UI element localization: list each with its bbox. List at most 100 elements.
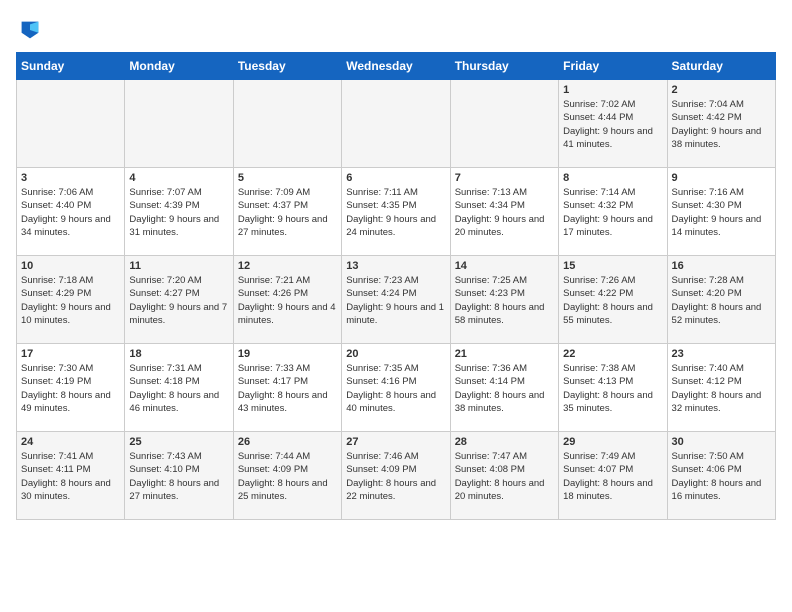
day-info: Sunrise: 7:02 AM Sunset: 4:44 PM Dayligh… [563,98,662,151]
day-number: 15 [563,260,662,272]
day-info: Sunrise: 7:20 AM Sunset: 4:27 PM Dayligh… [129,274,228,327]
day-info: Sunrise: 7:36 AM Sunset: 4:14 PM Dayligh… [455,362,554,415]
calendar-cell: 17 Sunrise: 7:30 AM Sunset: 4:19 PM Dayli… [17,344,125,432]
day-info: Sunrise: 7:33 AM Sunset: 4:17 PM Dayligh… [238,362,337,415]
calendar-cell: 30 Sunrise: 7:50 AM Sunset: 4:06 PM Dayli… [667,432,775,520]
calendar-cell: 9Sunrise: 7:16 AM Sunset: 4:30 PM Daylig… [667,168,775,256]
header [16,16,776,44]
day-number: 4 [129,172,228,184]
day-info: Sunrise: 7:13 AM Sunset: 4:34 PM Dayligh… [455,186,554,239]
day-number: 8 [563,172,662,184]
day-info: Sunrise: 7:26 AM Sunset: 4:22 PM Dayligh… [563,274,662,327]
day-number: 1 [563,84,662,96]
calendar-cell: 15 Sunrise: 7:26 AM Sunset: 4:22 PM Dayli… [559,256,667,344]
day-info: Sunrise: 7:43 AM Sunset: 4:10 PM Dayligh… [129,450,228,503]
calendar-cell: 6 Sunrise: 7:11 AM Sunset: 4:35 PM Daylig… [342,168,450,256]
calendar-cell: 21 Sunrise: 7:36 AM Sunset: 4:14 PM Dayli… [450,344,558,432]
calendar-cell [342,80,450,168]
day-number: 23 [672,348,771,360]
day-number: 20 [346,348,445,360]
day-number: 30 [672,436,771,448]
day-header-wednesday: Wednesday [342,53,450,80]
day-number: 2 [672,84,771,96]
calendar-cell [233,80,341,168]
calendar-cell [450,80,558,168]
day-info: Sunrise: 7:23 AM Sunset: 4:24 PM Dayligh… [346,274,445,327]
day-info: Sunrise: 7:04 AM Sunset: 4:42 PM Dayligh… [672,98,771,151]
calendar-cell: 4 Sunrise: 7:07 AM Sunset: 4:39 PM Daylig… [125,168,233,256]
calendar-cell: 29Sunrise: 7:49 AM Sunset: 4:07 PM Dayli… [559,432,667,520]
day-number: 28 [455,436,554,448]
day-number: 25 [129,436,228,448]
day-number: 9 [672,172,771,184]
day-number: 22 [563,348,662,360]
calendar-cell: 20 Sunrise: 7:35 AM Sunset: 4:16 PM Dayli… [342,344,450,432]
day-number: 24 [21,436,120,448]
calendar-cell: 13 Sunrise: 7:23 AM Sunset: 4:24 PM Dayli… [342,256,450,344]
calendar-cell: 22 Sunrise: 7:38 AM Sunset: 4:13 PM Dayli… [559,344,667,432]
day-header-thursday: Thursday [450,53,558,80]
calendar-cell [125,80,233,168]
day-header-tuesday: Tuesday [233,53,341,80]
day-info: Sunrise: 7:07 AM Sunset: 4:39 PM Dayligh… [129,186,228,239]
logo [16,16,48,44]
day-info: Sunrise: 7:28 AM Sunset: 4:20 PM Dayligh… [672,274,771,327]
day-info: Sunrise: 7:35 AM Sunset: 4:16 PM Dayligh… [346,362,445,415]
calendar-cell: 12 Sunrise: 7:21 AM Sunset: 4:26 PM Dayli… [233,256,341,344]
day-number: 11 [129,260,228,272]
days-header-row: SundayMondayTuesdayWednesdayThursdayFrid… [17,53,776,80]
day-number: 18 [129,348,228,360]
week-row-3: 10 Sunrise: 7:18 AM Sunset: 4:29 PM Dayli… [17,256,776,344]
day-info: Sunrise: 7:38 AM Sunset: 4:13 PM Dayligh… [563,362,662,415]
calendar-cell [17,80,125,168]
calendar-cell: 1 Sunrise: 7:02 AM Sunset: 4:44 PM Daylig… [559,80,667,168]
calendar-table: SundayMondayTuesdayWednesdayThursdayFrid… [16,52,776,520]
day-number: 17 [21,348,120,360]
day-header-friday: Friday [559,53,667,80]
day-number: 13 [346,260,445,272]
calendar-cell: 11 Sunrise: 7:20 AM Sunset: 4:27 PM Dayli… [125,256,233,344]
day-header-monday: Monday [125,53,233,80]
day-info: Sunrise: 7:50 AM Sunset: 4:06 PM Dayligh… [672,450,771,503]
calendar-cell: 24 Sunrise: 7:41 AM Sunset: 4:11 PM Dayli… [17,432,125,520]
day-info: Sunrise: 7:09 AM Sunset: 4:37 PM Dayligh… [238,186,337,239]
week-row-4: 17 Sunrise: 7:30 AM Sunset: 4:19 PM Dayli… [17,344,776,432]
calendar-cell: 25 Sunrise: 7:43 AM Sunset: 4:10 PM Dayli… [125,432,233,520]
day-number: 10 [21,260,120,272]
day-info: Sunrise: 7:25 AM Sunset: 4:23 PM Dayligh… [455,274,554,327]
day-info: Sunrise: 7:44 AM Sunset: 4:09 PM Dayligh… [238,450,337,503]
calendar-cell: 2 Sunrise: 7:04 AM Sunset: 4:42 PM Daylig… [667,80,775,168]
calendar-cell: 7 Sunrise: 7:13 AM Sunset: 4:34 PM Daylig… [450,168,558,256]
day-number: 12 [238,260,337,272]
day-info: Sunrise: 7:40 AM Sunset: 4:12 PM Dayligh… [672,362,771,415]
calendar-cell: 19Sunrise: 7:33 AM Sunset: 4:17 PM Dayli… [233,344,341,432]
day-number: 7 [455,172,554,184]
day-info: Sunrise: 7:11 AM Sunset: 4:35 PM Dayligh… [346,186,445,239]
day-info: Sunrise: 7:30 AM Sunset: 4:19 PM Dayligh… [21,362,120,415]
day-info: Sunrise: 7:18 AM Sunset: 4:29 PM Dayligh… [21,274,120,327]
day-number: 26 [238,436,337,448]
day-number: 16 [672,260,771,272]
calendar-cell: 16 Sunrise: 7:28 AM Sunset: 4:20 PM Dayli… [667,256,775,344]
day-number: 27 [346,436,445,448]
day-info: Sunrise: 7:41 AM Sunset: 4:11 PM Dayligh… [21,450,120,503]
calendar-cell: 5 Sunrise: 7:09 AM Sunset: 4:37 PM Daylig… [233,168,341,256]
calendar-cell: 28 Sunrise: 7:47 AM Sunset: 4:08 PM Dayli… [450,432,558,520]
day-number: 6 [346,172,445,184]
day-number: 14 [455,260,554,272]
calendar-cell: 18 Sunrise: 7:31 AM Sunset: 4:18 PM Dayli… [125,344,233,432]
day-info: Sunrise: 7:47 AM Sunset: 4:08 PM Dayligh… [455,450,554,503]
logo-icon [16,16,44,44]
day-info: Sunrise: 7:46 AM Sunset: 4:09 PM Dayligh… [346,450,445,503]
calendar-cell: 23 Sunrise: 7:40 AM Sunset: 4:12 PM Dayli… [667,344,775,432]
calendar-cell: 14 Sunrise: 7:25 AM Sunset: 4:23 PM Dayli… [450,256,558,344]
day-info: Sunrise: 7:21 AM Sunset: 4:26 PM Dayligh… [238,274,337,327]
calendar-cell: 27 Sunrise: 7:46 AM Sunset: 4:09 PM Dayli… [342,432,450,520]
day-info: Sunrise: 7:31 AM Sunset: 4:18 PM Dayligh… [129,362,228,415]
day-number: 5 [238,172,337,184]
day-number: 21 [455,348,554,360]
week-row-5: 24 Sunrise: 7:41 AM Sunset: 4:11 PM Dayli… [17,432,776,520]
day-info: Sunrise: 7:06 AM Sunset: 4:40 PM Dayligh… [21,186,120,239]
day-header-sunday: Sunday [17,53,125,80]
calendar-cell: 26 Sunrise: 7:44 AM Sunset: 4:09 PM Dayli… [233,432,341,520]
